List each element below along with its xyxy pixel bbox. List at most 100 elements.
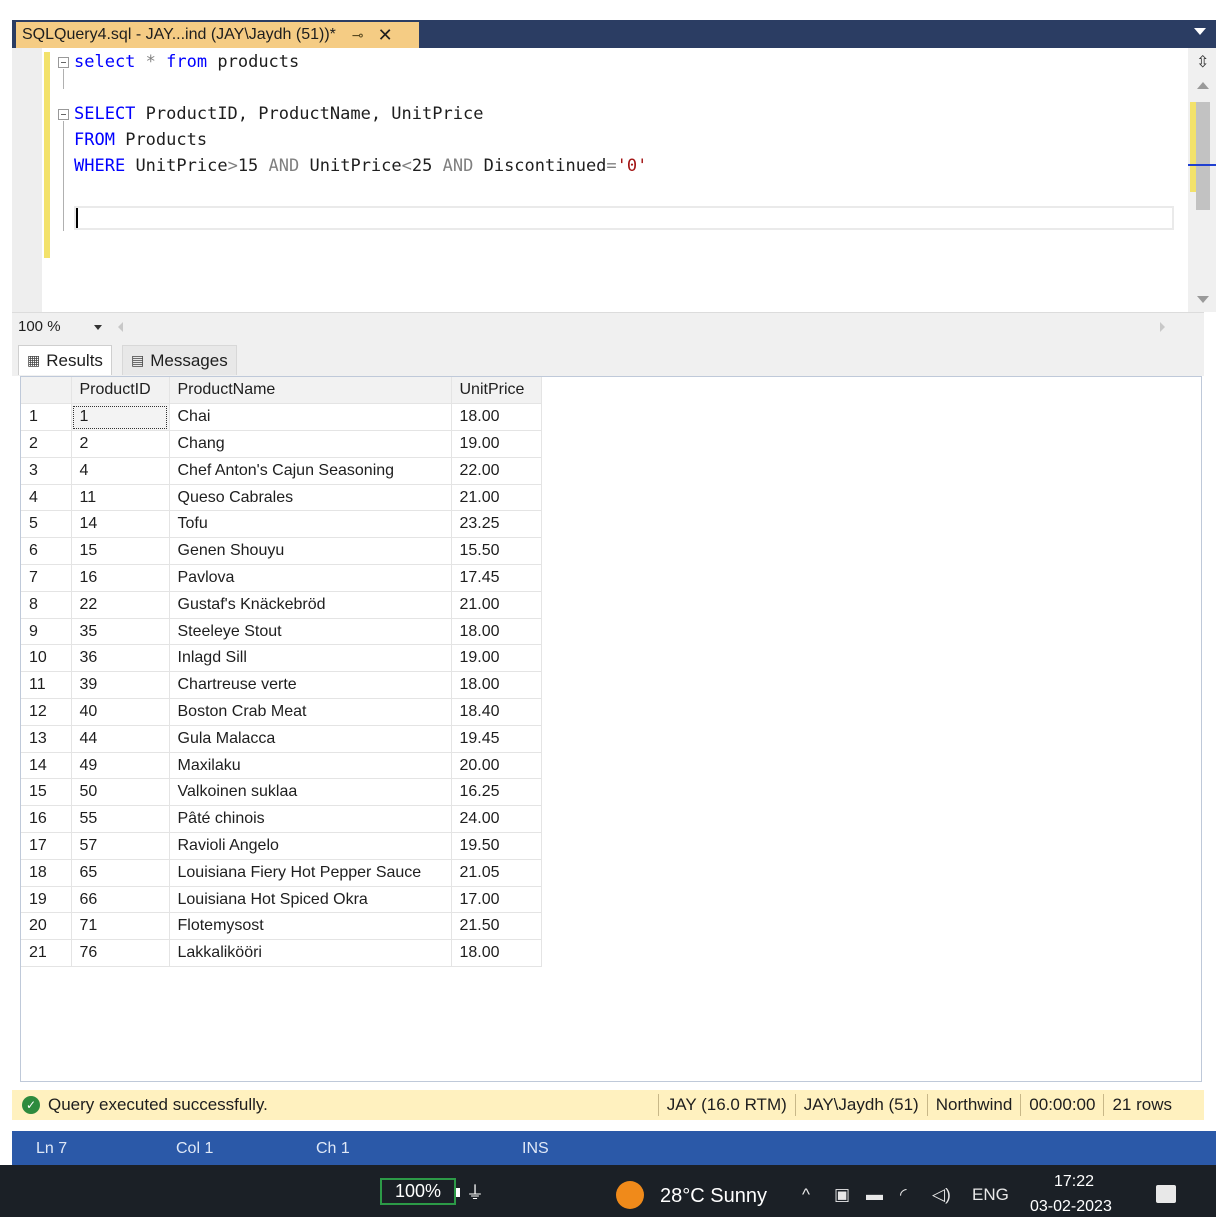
cell-productname[interactable]: Genen Shouyu [169,537,452,566]
cell-productname[interactable]: Chef Anton's Cajun Seasoning [169,457,452,485]
table-row[interactable]: 14 49 Maxilaku 20.00 [21,752,542,780]
column-header-productname[interactable]: ProductName [169,377,452,405]
scroll-left-icon[interactable] [118,322,123,332]
cell-productname[interactable]: Louisiana Fiery Hot Pepper Sauce [169,859,452,887]
table-row[interactable]: 11 39 Chartreuse verte 18.00 [21,671,542,700]
cell-productname[interactable]: Pâté chinois [169,805,452,834]
cell-productname[interactable]: Inlagd Sill [169,644,452,673]
table-row[interactable]: 21 76 Lakkalikööri 18.00 [21,939,542,968]
table-row[interactable]: 15 50 Valkoinen suklaa 16.25 [21,778,542,807]
cell-productname[interactable]: Chang [169,430,452,458]
grid-corner[interactable] [21,377,72,405]
cell-unitprice[interactable]: 19.00 [451,430,542,458]
table-row[interactable]: 8 22 Gustaf's Knäckebröd 21.00 [21,591,542,619]
row-number[interactable]: 1 [21,403,72,432]
split-icon[interactable]: ⇳ [1196,52,1209,72]
editor-vertical-scrollbar[interactable]: ⇳ [1188,48,1216,312]
battery-icon[interactable]: ▬ [866,1185,883,1205]
cell-productid[interactable]: 14 [71,510,170,539]
table-row[interactable]: 5 14 Tofu 23.25 [21,510,542,539]
cell-productname[interactable]: Queso Cabrales [169,484,452,512]
collapse-icon[interactable] [58,57,69,68]
table-row[interactable]: 19 66 Louisiana Hot Spiced Okra 17.00 [21,886,542,914]
cell-unitprice[interactable]: 19.50 [451,832,542,860]
cell-unitprice[interactable]: 22.00 [451,457,542,485]
weather-text[interactable]: 28°C Sunny [660,1185,767,1208]
table-row[interactable]: 16 55 Pâté chinois 24.00 [21,805,542,834]
row-number[interactable]: 7 [21,564,72,592]
cell-unitprice[interactable]: 21.50 [451,912,542,941]
meet-now-icon[interactable]: ▣ [834,1185,850,1205]
cell-productid[interactable]: 15 [71,537,170,566]
scroll-right-icon[interactable] [1160,322,1165,332]
cell-productid[interactable]: 22 [71,591,170,619]
scroll-down-icon[interactable] [1197,296,1209,303]
cell-productname[interactable]: Maxilaku [169,752,452,780]
sun-icon[interactable] [616,1181,644,1209]
table-row[interactable]: 18 65 Louisiana Fiery Hot Pepper Sauce 21.0… [21,859,542,887]
row-number[interactable]: 5 [21,510,72,539]
cell-productname[interactable]: Lakkalikööri [169,939,452,968]
cell-productid[interactable]: 36 [71,644,170,673]
cell-productname[interactable]: Gustaf's Knäckebröd [169,591,452,619]
table-row[interactable]: 20 71 Flotemysost 21.50 [21,912,542,941]
cell-unitprice[interactable]: 19.45 [451,725,542,753]
close-icon[interactable]: ✕ [378,25,393,46]
row-number[interactable]: 3 [21,457,72,485]
cell-productid[interactable]: 76 [71,939,170,968]
cell-productid[interactable]: 49 [71,752,170,780]
cell-productid[interactable]: 40 [71,698,170,726]
table-row[interactable]: 1 1 Chai 18.00 [21,403,542,432]
cell-productid[interactable]: 57 [71,832,170,860]
table-row[interactable]: 9 35 Steeleye Stout 18.00 [21,618,542,646]
cell-productname[interactable]: Valkoinen suklaa [169,778,452,807]
cell-productid[interactable]: 11 [71,484,170,512]
cell-unitprice[interactable]: 21.00 [451,591,542,619]
row-number[interactable]: 17 [21,832,72,860]
cell-productid[interactable]: 65 [71,859,170,887]
row-number[interactable]: 20 [21,912,72,941]
cell-unitprice[interactable]: 18.40 [451,698,542,726]
battery-indicator[interactable]: 100% [380,1178,460,1205]
cell-unitprice[interactable]: 18.00 [451,618,542,646]
pin-icon[interactable]: ⊸ [352,27,364,44]
table-row[interactable]: 13 44 Gula Malacca 19.45 [21,725,542,753]
row-number[interactable]: 10 [21,644,72,673]
clock-time[interactable]: 17:22 [1054,1173,1094,1191]
table-row[interactable]: 10 36 Inlagd Sill 19.00 [21,644,542,673]
cell-unitprice[interactable]: 17.45 [451,564,542,592]
tab-list-dropdown-icon[interactable] [1194,28,1206,35]
cell-productid[interactable]: 66 [71,886,170,914]
zoom-level[interactable]: 100 % [18,318,61,335]
cell-productname[interactable]: Ravioli Angelo [169,832,452,860]
row-number[interactable]: 6 [21,537,72,566]
query-editor[interactable]: select * from products SELECT ProductID,… [12,48,1216,312]
results-grid-area[interactable]: ProductID ProductName UnitPrice 1 1 Chai 18… [20,376,1202,1082]
cell-unitprice[interactable]: 18.00 [451,939,542,968]
cell-unitprice[interactable]: 24.00 [451,805,542,834]
row-number[interactable]: 9 [21,618,72,646]
row-number[interactable]: 11 [21,671,72,700]
cell-unitprice[interactable]: 18.00 [451,403,542,432]
table-row[interactable]: 17 57 Ravioli Angelo 19.50 [21,832,542,860]
cell-productid[interactable]: 35 [71,618,170,646]
cell-unitprice[interactable]: 19.00 [451,644,542,673]
cell-productid[interactable]: 1 [71,403,170,432]
cell-productid[interactable]: 44 [71,725,170,753]
table-row[interactable]: 2 2 Chang 19.00 [21,430,542,458]
cell-productid[interactable]: 16 [71,564,170,592]
cell-unitprice[interactable]: 23.25 [451,510,542,539]
table-row[interactable]: 3 4 Chef Anton's Cajun Seasoning 22.00 [21,457,542,485]
clock-date[interactable]: 03-02-2023 [1030,1198,1112,1216]
chevron-up-icon[interactable]: ^ [802,1185,810,1205]
row-number[interactable]: 2 [21,430,72,458]
cell-unitprice[interactable]: 21.00 [451,484,542,512]
tab-messages[interactable]: ▤ Messages [122,345,237,375]
cell-productname[interactable]: Louisiana Hot Spiced Okra [169,886,452,914]
row-number[interactable]: 12 [21,698,72,726]
cell-productname[interactable]: Pavlova [169,564,452,592]
row-number[interactable]: 14 [21,752,72,780]
cell-productname[interactable]: Chai [169,403,452,432]
language-indicator[interactable]: ENG [972,1185,1009,1205]
cell-unitprice[interactable]: 17.00 [451,886,542,914]
